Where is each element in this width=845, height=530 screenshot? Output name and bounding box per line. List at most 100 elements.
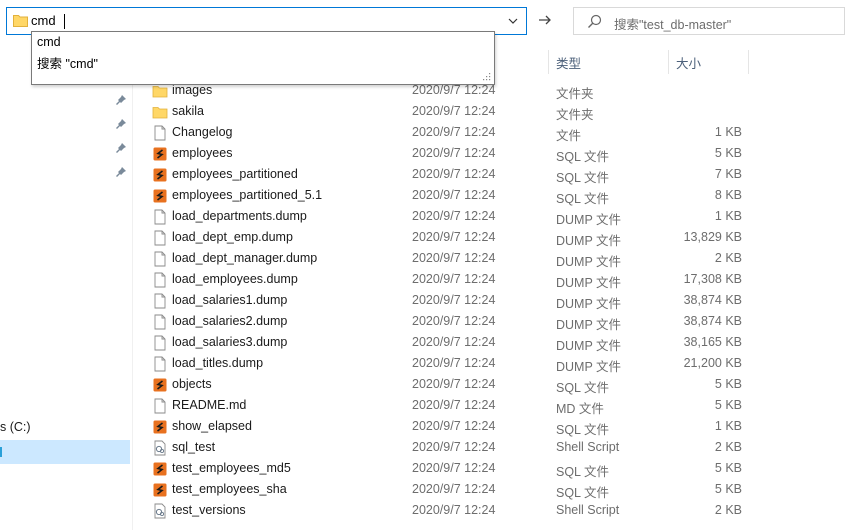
file-date-modified: 2020/9/7 12:24	[412, 503, 496, 517]
file-row[interactable]: load_dept_emp.dump 2020/9/7 12:24 DUMP 文件 1…	[148, 228, 748, 249]
file-date-modified: 2020/9/7 12:24	[412, 230, 496, 244]
folder-icon	[152, 104, 168, 120]
file-icon	[152, 335, 168, 351]
go-arrow-icon[interactable]	[536, 11, 554, 29]
file-row[interactable]: sakila 2020/9/7 12:24 文件夹	[148, 102, 748, 123]
file-date-modified: 2020/9/7 12:24	[412, 440, 496, 454]
file-icon	[152, 230, 168, 246]
file-name: load_salaries1.dump	[172, 293, 288, 307]
sql-file-icon	[152, 188, 168, 204]
column-divider[interactable]	[748, 50, 749, 74]
file-name: show_elapsed	[172, 419, 252, 433]
file-type: Shell Script	[556, 503, 620, 517]
file-type: MD 文件	[556, 402, 604, 416]
column-divider[interactable]	[548, 50, 549, 74]
file-size: 5 KB	[714, 146, 742, 160]
file-size: 2 KB	[714, 503, 742, 517]
file-date-modified: 2020/9/7 12:24	[412, 461, 496, 475]
file-icon	[152, 209, 168, 225]
file-date-modified: 2020/9/7 12:24	[412, 314, 496, 328]
file-row[interactable]: load_departments.dump 2020/9/7 12:24 DUMP …	[148, 207, 748, 228]
file-date-modified: 2020/9/7 12:24	[412, 482, 496, 496]
nav-item-selected[interactable]	[0, 440, 130, 464]
resize-grip-icon[interactable]	[483, 73, 491, 81]
search-box[interactable]: 搜索"test_db-master"	[573, 7, 845, 35]
folder-icon	[13, 15, 28, 27]
nav-item-drive-c[interactable]: s (C:)	[0, 420, 31, 434]
autocomplete-dropdown: cmd 搜索 "cmd"	[31, 31, 495, 85]
file-name: load_dept_emp.dump	[172, 230, 293, 244]
file-name: Changelog	[172, 125, 233, 139]
file-name: sql_test	[172, 440, 216, 454]
file-row[interactable]: load_salaries1.dump 2020/9/7 12:24 DUMP 文件…	[148, 291, 748, 312]
sql-file-icon	[152, 461, 168, 477]
file-row[interactable]: README.md 2020/9/7 12:24 MD 文件 5 KB	[148, 396, 748, 417]
file-name: test_versions	[172, 503, 246, 517]
file-size: 1 KB	[714, 419, 742, 433]
file-row[interactable]: test_employees_sha 2020/9/7 12:24 SQL 文件 5 …	[148, 480, 748, 501]
pane-divider[interactable]	[132, 40, 133, 530]
file-row[interactable]: Changelog 2020/9/7 12:24 文件 1 KB	[148, 123, 748, 144]
file-row[interactable]: load_employees.dump 2020/9/7 12:24 DUMP 文件…	[148, 270, 748, 291]
file-icon	[152, 251, 168, 267]
file-row[interactable]: load_salaries3.dump 2020/9/7 12:24 DUMP 文件…	[148, 333, 748, 354]
pin-icon	[116, 95, 126, 105]
file-date-modified: 2020/9/7 12:24	[412, 356, 496, 370]
text-caret	[64, 14, 65, 29]
file-name: employees_partitioned_5.1	[172, 188, 323, 202]
file-date-modified: 2020/9/7 12:24	[412, 335, 496, 349]
file-row[interactable]: employees_partitioned 2020/9/7 12:24 SQL 文…	[148, 165, 748, 186]
file-type: DUMP 文件	[556, 339, 622, 353]
file-type: DUMP 文件	[556, 297, 622, 311]
file-row[interactable]: test_versions 2020/9/7 12:24 Shell Script 2…	[148, 501, 748, 522]
file-type: Shell Script	[556, 440, 620, 454]
file-row[interactable]: load_salaries2.dump 2020/9/7 12:24 DUMP 文件…	[148, 312, 748, 333]
column-divider[interactable]	[668, 50, 669, 74]
file-size: 1 KB	[714, 209, 742, 223]
sql-file-icon	[152, 167, 168, 183]
column-header-size[interactable]: 大小	[670, 50, 748, 74]
file-row[interactable]: show_elapsed 2020/9/7 12:24 SQL 文件 1 KB	[148, 417, 748, 438]
autocomplete-item[interactable]: cmd	[37, 35, 61, 49]
file-type: DUMP 文件	[556, 276, 622, 290]
chevron-down-icon[interactable]	[506, 14, 520, 28]
address-input[interactable]: cmd	[31, 13, 56, 28]
file-name: employees	[172, 146, 233, 160]
file-name: images	[172, 83, 213, 97]
column-header-type[interactable]: 类型	[550, 50, 668, 74]
script-file-icon	[152, 440, 168, 456]
file-name: employees_partitioned	[172, 167, 298, 181]
file-size: 2 KB	[714, 251, 742, 265]
file-icon	[152, 272, 168, 288]
file-size: 2 KB	[714, 440, 742, 454]
file-date-modified: 2020/9/7 12:24	[412, 146, 496, 160]
file-date-modified: 2020/9/7 12:24	[412, 83, 496, 97]
autocomplete-item[interactable]: 搜索 "cmd"	[37, 53, 98, 72]
file-size: 5 KB	[714, 398, 742, 412]
search-placeholder: 搜索"test_db-master"	[614, 18, 732, 32]
file-name: load_titles.dump	[172, 356, 264, 370]
file-type: SQL 文件	[556, 465, 610, 479]
file-row[interactable]: objects 2020/9/7 12:24 SQL 文件 5 KB	[148, 375, 748, 396]
file-type: SQL 文件	[556, 171, 610, 185]
file-name: load_dept_manager.dump	[172, 251, 318, 265]
file-row[interactable]: sql_test 2020/9/7 12:24 Shell Script 2 KB	[148, 438, 748, 459]
folder-icon	[152, 83, 168, 99]
file-row[interactable]: employees 2020/9/7 12:24 SQL 文件 5 KB	[148, 144, 748, 165]
file-row[interactable]: test_employees_md5 2020/9/7 12:24 SQL 文件 5 …	[148, 459, 748, 480]
file-date-modified: 2020/9/7 12:24	[412, 293, 496, 307]
file-row[interactable]: load_titles.dump 2020/9/7 12:24 DUMP 文件 21,…	[148, 354, 748, 375]
file-name: README.md	[172, 398, 247, 412]
file-date-modified: 2020/9/7 12:24	[412, 272, 496, 286]
file-size: 5 KB	[714, 377, 742, 391]
file-date-modified: 2020/9/7 12:24	[412, 251, 496, 265]
file-type: SQL 文件	[556, 381, 610, 395]
file-icon	[152, 398, 168, 414]
file-type: SQL 文件	[556, 150, 610, 164]
file-name: test_employees_md5	[172, 461, 291, 475]
file-row[interactable]: employees_partitioned_5.1 2020/9/7 12:24 S…	[148, 186, 748, 207]
file-row[interactable]: load_dept_manager.dump 2020/9/7 12:24 DUMP…	[148, 249, 748, 270]
file-date-modified: 2020/9/7 12:24	[412, 398, 496, 412]
file-size: 5 KB	[714, 482, 742, 496]
file-size: 13,829 KB	[683, 230, 742, 244]
